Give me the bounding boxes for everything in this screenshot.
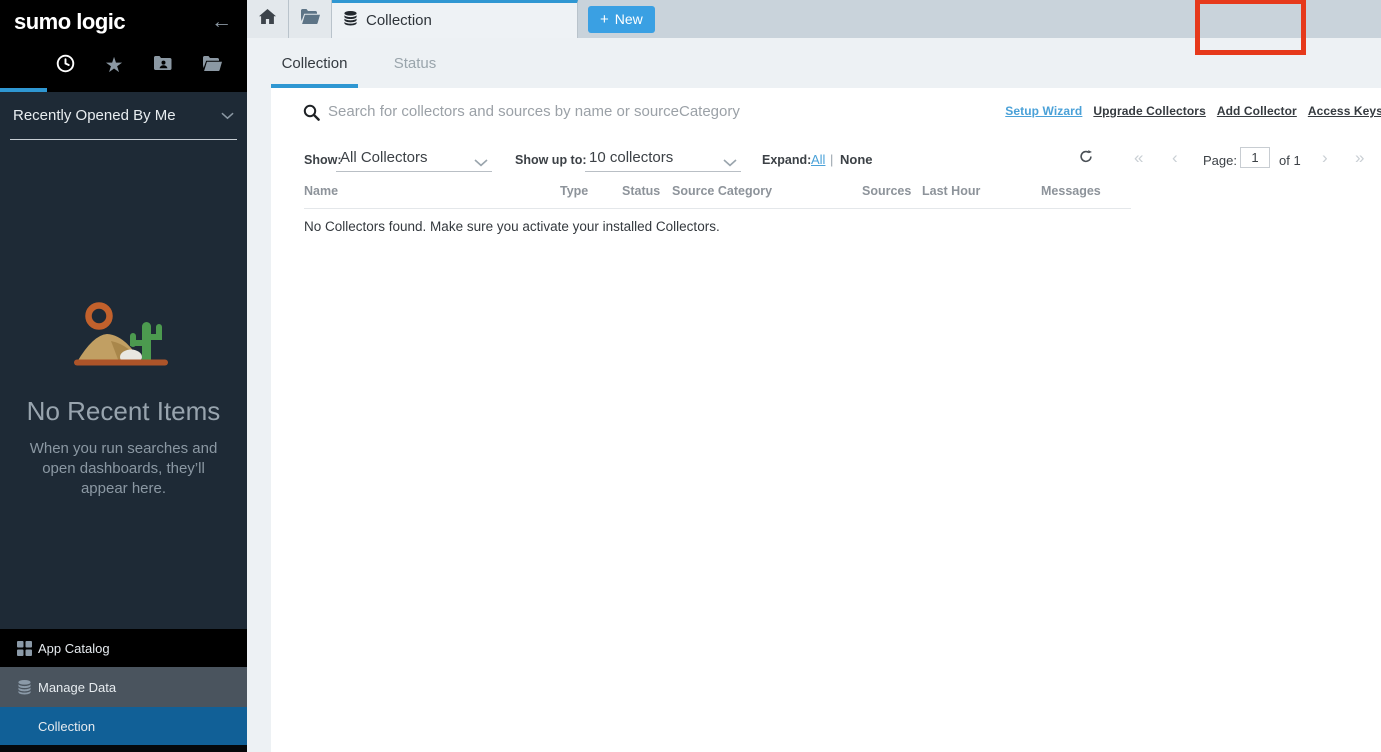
new-button[interactable]: + New: [588, 6, 655, 33]
favorites-tab[interactable]: ★: [97, 55, 131, 76]
page-number-input[interactable]: [1240, 147, 1270, 168]
column-header-source-category[interactable]: Source Category: [672, 184, 772, 198]
subtab-bar: Collection Status: [247, 38, 1381, 88]
show-up-to-dropdown-value: 10 collectors: [589, 149, 673, 166]
empty-table-message: No Collectors found. Make sure you activ…: [304, 219, 720, 234]
database-icon: [343, 10, 358, 31]
recent-filter-label: Recently Opened By Me: [13, 107, 176, 124]
chevron-down-icon: [723, 154, 737, 172]
empty-recent-state: No Recent Items When you run searches an…: [0, 295, 247, 498]
subtab-collection[interactable]: Collection: [271, 38, 358, 88]
chevron-down-icon: [474, 154, 488, 172]
recent-filter-dropdown[interactable]: Recently Opened By Me: [10, 92, 237, 140]
search-input[interactable]: [328, 98, 928, 124]
expand-all-link[interactable]: All: [811, 152, 825, 167]
show-up-to-dropdown[interactable]: 10 collectors: [585, 145, 741, 172]
expand-none-link[interactable]: None: [840, 152, 873, 167]
no-recent-items-description: When you run searches and open dashboard…: [19, 439, 229, 498]
library-tab[interactable]: [195, 56, 229, 76]
database-icon: [17, 679, 32, 695]
collection-panel: Setup Wizard Upgrade Collectors Add Coll…: [271, 88, 1381, 752]
quick-links: Setup Wizard Upgrade Collectors Add Coll…: [1005, 104, 1381, 118]
expand-label: Expand:: [762, 153, 811, 167]
chevron-down-icon: [221, 107, 234, 125]
prev-page-icon[interactable]: ‹: [1172, 149, 1178, 166]
column-header-type[interactable]: Type: [560, 184, 588, 198]
column-header-last-hour[interactable]: Last Hour: [922, 184, 980, 198]
sidebar-item-manage-data[interactable]: Manage Data: [0, 667, 247, 707]
sumo-logic-logo: sumo logic: [14, 9, 125, 35]
column-header-sources[interactable]: Sources: [862, 184, 911, 198]
sidebar-item-label: Collection: [38, 719, 95, 734]
collectors-table-header: Name Type Status Source Category Sources…: [271, 184, 1381, 208]
open-folder-icon: [203, 56, 222, 76]
page-of-label: of 1: [1279, 153, 1301, 168]
separator: |: [830, 152, 833, 167]
home-button[interactable]: [247, 0, 289, 38]
upgrade-collectors-link[interactable]: Upgrade Collectors: [1093, 104, 1206, 118]
last-page-icon[interactable]: »: [1355, 149, 1364, 166]
logo-bar: sumo logic ←: [0, 0, 247, 43]
sidebar-item-label: Manage Data: [38, 680, 116, 695]
sidebar: sumo logic ← ★ Recently Opened By Me: [0, 0, 247, 752]
main-area: Collection + New Collection Status Setup…: [247, 0, 1381, 752]
controls-row: Show: All Collectors Show up to: 10 coll…: [271, 145, 1381, 177]
sidebar-icon-tabs: ★: [0, 43, 247, 92]
open-folder-icon: [301, 9, 320, 29]
sidebar-item-label: App Catalog: [38, 641, 110, 656]
plus-icon: +: [600, 11, 609, 28]
table-header-divider: [304, 208, 1131, 209]
add-collector-link[interactable]: Add Collector: [1217, 104, 1297, 118]
desert-cactus-illustration: [59, 295, 189, 380]
subtab-status[interactable]: Status: [385, 38, 445, 88]
refresh-icon[interactable]: [1079, 149, 1093, 169]
sidebar-bottom-strip: [0, 745, 247, 752]
tab-label: Collection: [366, 12, 432, 29]
show-dropdown[interactable]: All Collectors: [336, 145, 492, 172]
next-page-icon[interactable]: ›: [1322, 149, 1328, 166]
column-header-messages[interactable]: Messages: [1041, 184, 1101, 198]
show-up-to-label: Show up to:: [515, 153, 587, 167]
clock-icon: [56, 54, 75, 78]
no-recent-items-title: No Recent Items: [0, 396, 247, 427]
tab-collection[interactable]: Collection: [332, 0, 578, 38]
search-icon: [303, 104, 320, 126]
setup-wizard-link[interactable]: Setup Wizard: [1005, 104, 1082, 118]
shared-folder-icon: [154, 55, 173, 76]
new-button-label: New: [615, 11, 643, 27]
home-icon: [259, 9, 276, 29]
column-header-name[interactable]: Name: [304, 184, 338, 198]
recents-tab[interactable]: [48, 54, 82, 78]
page-label: Page:: [1203, 153, 1237, 168]
shared-content-tab[interactable]: [146, 55, 180, 76]
library-button[interactable]: [289, 0, 332, 38]
active-tab-indicator: [0, 88, 47, 92]
show-dropdown-value: All Collectors: [340, 149, 428, 166]
sidebar-item-app-catalog[interactable]: App Catalog: [0, 629, 247, 667]
star-icon: ★: [105, 55, 124, 76]
access-keys-link[interactable]: Access Keys: [1308, 104, 1381, 118]
first-page-icon[interactable]: «: [1134, 149, 1143, 166]
top-tab-bar: Collection + New: [247, 0, 1381, 38]
grid-icon: [17, 641, 32, 656]
collapse-sidebar-icon[interactable]: ←: [211, 11, 232, 32]
column-header-status[interactable]: Status: [622, 184, 660, 198]
sidebar-item-collection[interactable]: Collection: [0, 707, 247, 745]
sidebar-bottom-menu: App Catalog Manage Data Collection: [0, 629, 247, 752]
